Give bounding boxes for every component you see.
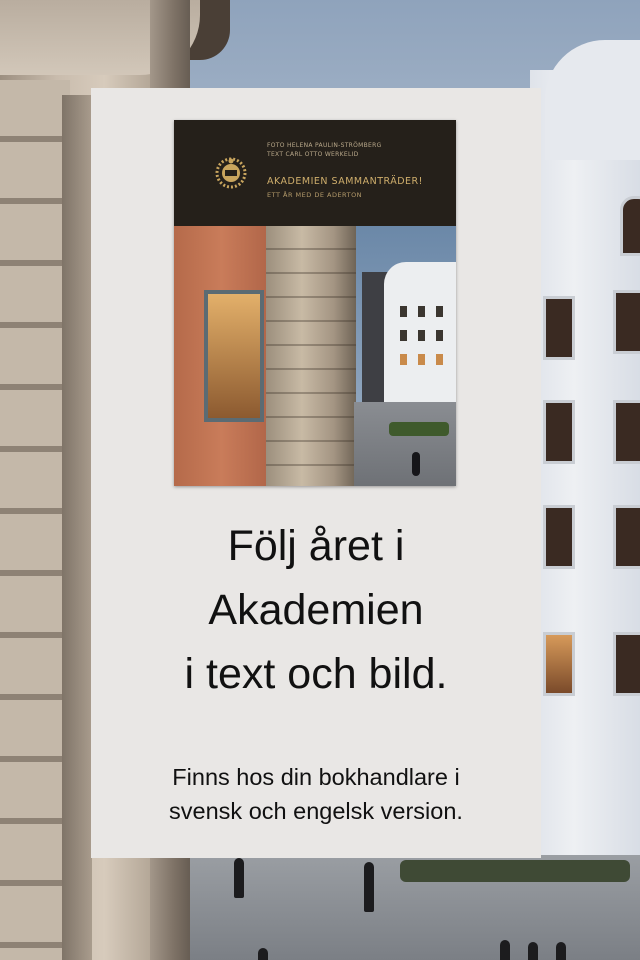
- building-window: [613, 400, 640, 464]
- availability-line-2: svensk och engelsk version.: [169, 798, 463, 824]
- hedge: [400, 860, 630, 882]
- cover-photo-window: [400, 330, 407, 341]
- building-window: [543, 400, 575, 464]
- building-window: [543, 505, 575, 569]
- cover-photo-window: [400, 306, 407, 317]
- headline-line-2: Akademien: [208, 586, 424, 634]
- building-window: [543, 296, 575, 360]
- headline-line-1: Följ året i: [227, 522, 405, 570]
- cover-photo-window: [436, 354, 443, 365]
- cover-title: AKADEMIEN SAMMANTRÄDER!: [267, 176, 423, 187]
- cover-photo-window: [204, 290, 264, 422]
- building-window: [613, 290, 640, 354]
- pillar-shadow: [62, 95, 92, 960]
- pedestrian: [258, 948, 268, 960]
- headline: Följ året i Akademien i text och bild.: [91, 514, 541, 706]
- book-cover[interactable]: FOTO HELENA PAULIN-STRÖMBERG TEXT CARL O…: [174, 120, 456, 486]
- cover-photo: [174, 226, 456, 486]
- rusticated-stone-bands: [0, 80, 70, 960]
- headline-line-3: i text och bild.: [184, 650, 448, 698]
- cover-credit-photo: FOTO HELENA PAULIN-STRÖMBERG: [267, 142, 382, 149]
- cover-photo-window: [436, 306, 443, 317]
- building-window: [543, 632, 575, 696]
- cover-photo-window: [418, 306, 425, 317]
- pedestrian: [234, 858, 244, 898]
- cover-photo-hedge: [389, 422, 449, 436]
- pedestrian: [556, 942, 566, 960]
- cover-photo-window: [418, 330, 425, 341]
- cover-photo-window: [418, 354, 425, 365]
- laurel-wreath-emblem-icon: [215, 157, 247, 189]
- cover-credit-text: TEXT CARL OTTO WERKELID: [267, 151, 359, 158]
- building-window: [620, 196, 640, 256]
- pedestrian: [364, 862, 374, 912]
- cover-photo-window: [400, 354, 407, 365]
- availability-text: Finns hos din bokhandlare i svensk och e…: [91, 760, 541, 828]
- cover-photo-window: [436, 330, 443, 341]
- cover-photo-pedestrian: [412, 452, 420, 476]
- availability-line-1: Finns hos din bokhandlare i: [172, 764, 460, 790]
- cover-subtitle: ETT ÅR MED DE ADERTON: [267, 191, 363, 199]
- building-window: [613, 632, 640, 696]
- right-building: [530, 70, 640, 870]
- cover-header: FOTO HELENA PAULIN-STRÖMBERG TEXT CARL O…: [174, 120, 456, 226]
- cover-photo-square: [354, 402, 456, 486]
- cover-photo-column-bands: [266, 226, 356, 486]
- promo-card: FOTO HELENA PAULIN-STRÖMBERG TEXT CARL O…: [91, 88, 541, 858]
- pedestrian: [500, 940, 510, 960]
- pedestrian: [528, 942, 538, 960]
- building-window: [613, 505, 640, 569]
